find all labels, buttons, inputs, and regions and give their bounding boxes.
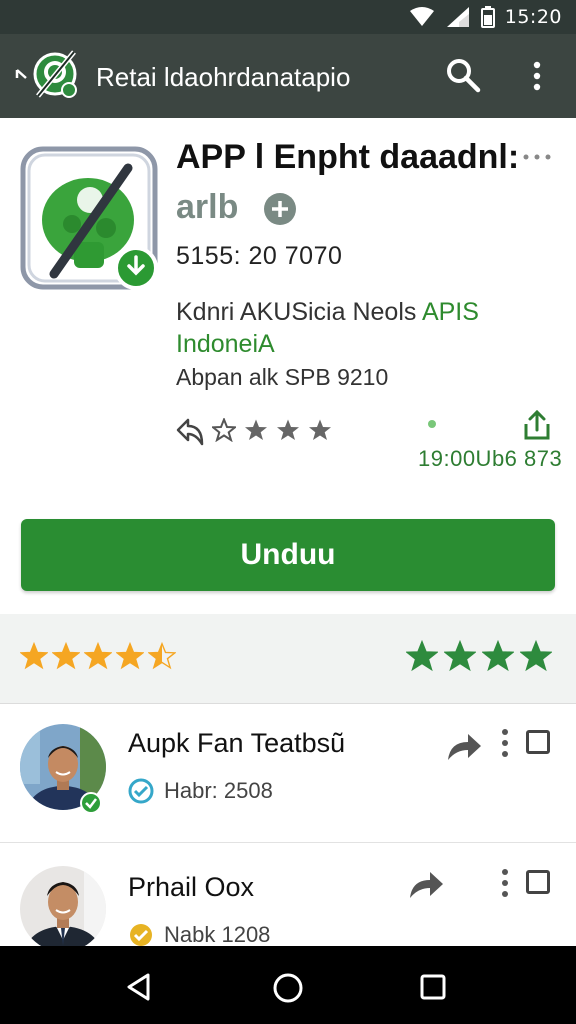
gold-badge-icon [130, 924, 152, 946]
wifi-icon [409, 7, 434, 26]
nav-home-icon[interactable] [272, 972, 304, 1004]
star-icon [115, 641, 145, 670]
nav-back-icon[interactable] [124, 972, 154, 1002]
review-subtitle: Habr: 2508 [128, 778, 273, 804]
star-outline-icon [244, 418, 268, 442]
star-icon [481, 639, 515, 672]
reply-icon[interactable] [174, 416, 206, 448]
star-icon [519, 639, 553, 672]
star-icon [405, 639, 439, 672]
star-outline-icon [276, 418, 300, 442]
status-time: 15:20 [504, 6, 562, 28]
toolbar-title: Retai ldaohrdanatapio [96, 62, 351, 92]
star-icon [51, 641, 81, 670]
more-vert-icon[interactable] [500, 728, 510, 758]
rating-stars-left [19, 641, 177, 670]
review-date: Nabk 1208 [164, 922, 271, 947]
company-name: Kdnri AKUSicia Neols [176, 298, 422, 326]
download-count: 19:00Ub6 873 [418, 446, 563, 471]
app-meta: 5155: 20 7070 [176, 242, 343, 270]
share-icon[interactable] [444, 728, 484, 764]
star-icon [147, 641, 177, 670]
rating-stars-right [405, 639, 553, 672]
checkbox[interactable] [526, 870, 550, 894]
star-icon [19, 641, 49, 670]
app-company: Kdnri AKUSicia Neols APIS [176, 298, 479, 327]
app-toolbar: Retai ldaohrdanatapio [0, 34, 576, 118]
status-bar: 15:20 [0, 0, 576, 34]
checkbox[interactable] [526, 730, 550, 754]
share-upload-icon[interactable] [520, 408, 554, 442]
app-icon [20, 146, 160, 292]
review-subtitle: Nabk 1208 [128, 922, 270, 948]
battery-icon [480, 6, 495, 28]
more-vert-icon[interactable] [500, 868, 510, 898]
verified-check-icon [128, 778, 154, 804]
verified-badge-icon [80, 792, 102, 814]
star-icon [443, 639, 477, 672]
developer-name[interactable]: arlb [176, 188, 238, 227]
star-outline-icon [210, 416, 238, 443]
reviewer-name: Aupk Fan Teatbsũ [128, 728, 346, 758]
nav-recent-icon[interactable] [420, 974, 446, 1000]
status-icons: 15:20 [409, 6, 562, 28]
indicator-dot [428, 420, 436, 428]
app-version: Abpan alk SPB 9210 [176, 364, 389, 390]
star-outline-icon [308, 418, 332, 442]
more-horiz-icon[interactable] [522, 152, 552, 162]
divider [0, 842, 576, 843]
review-date: Habr: 2508 [164, 778, 273, 803]
reviewer-name: Prhail Oox [128, 872, 255, 902]
avatar [20, 866, 106, 952]
navigation-bar [0, 946, 576, 1024]
rating-strip [0, 614, 576, 704]
share-icon[interactable] [406, 866, 446, 902]
app-title: APP l Enpht daaadnl: [176, 138, 520, 176]
more-vert-icon[interactable] [528, 58, 546, 94]
company-tag: APIS [421, 298, 479, 326]
small-star-rating [210, 416, 332, 443]
signal-icon [446, 7, 469, 27]
review-item[interactable]: Aupk Fan Teatbsũ Habr: 2508 [0, 706, 576, 846]
app-logo-icon [33, 50, 77, 98]
star-icon [83, 641, 113, 670]
app-country: IndoneiA [176, 330, 275, 358]
add-circle-icon[interactable] [263, 192, 297, 226]
search-icon[interactable] [444, 56, 482, 94]
install-button[interactable]: Unduu [21, 519, 555, 591]
